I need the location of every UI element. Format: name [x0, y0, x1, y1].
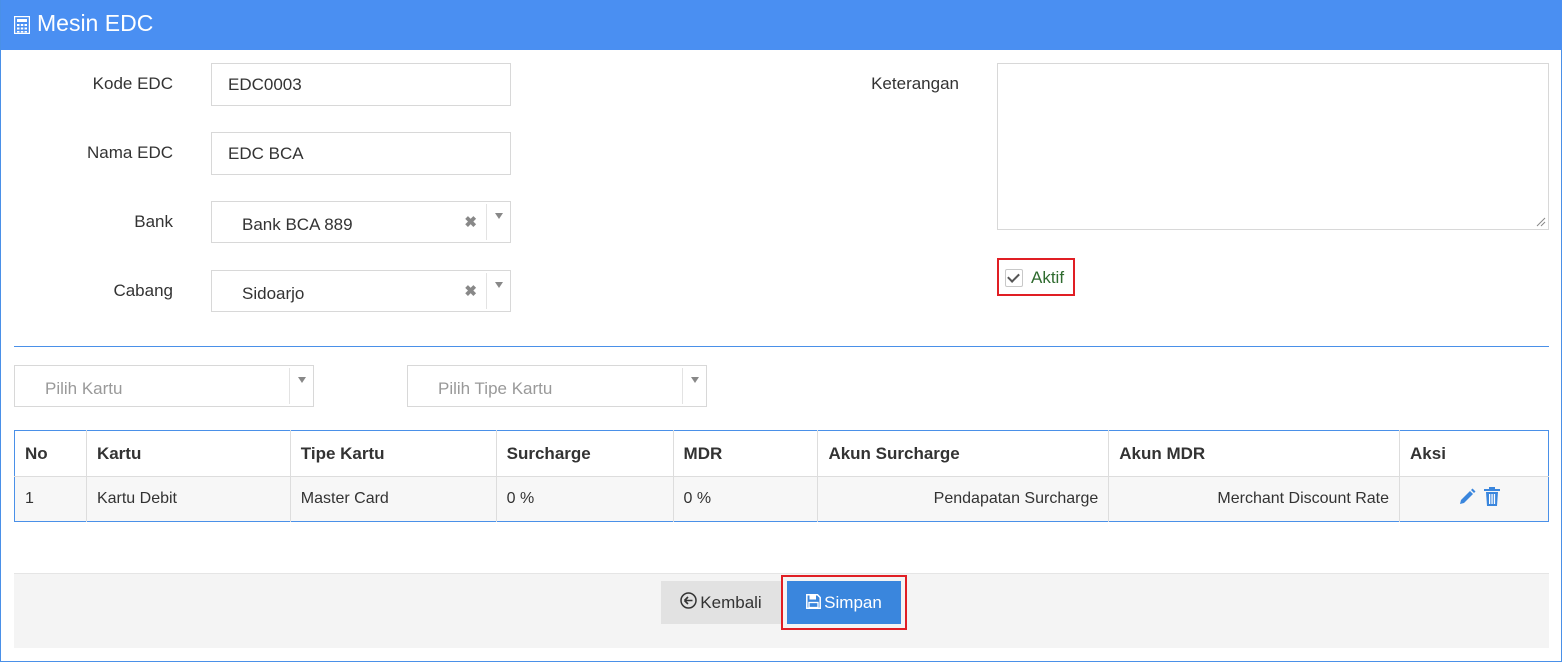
cabang-clear-icon[interactable]: ✖ — [464, 282, 477, 302]
pilih-kartu-select[interactable]: Pilih Kartu — [14, 365, 314, 407]
bank-selected-value: Bank BCA 889 — [242, 215, 353, 234]
select-separator — [486, 273, 487, 309]
column-header-mdr: MDR — [673, 430, 819, 477]
delete-trash-icon[interactable] — [1484, 487, 1501, 511]
page-title: Mesin EDC — [37, 10, 154, 36]
kode-edc-label: Kode EDC — [92, 74, 173, 93]
pilih-tipe-kartu-placeholder: Pilih Tipe Kartu — [438, 379, 553, 398]
kartu-table: No Kartu Tipe Kartu Surcharge MDR Akun S… — [14, 430, 1549, 522]
select-separator — [289, 368, 290, 404]
arrow-left-circle-icon — [680, 582, 698, 625]
bank-select[interactable]: Bank BCA 889 ✖ — [211, 201, 511, 243]
column-header-aksi: Aksi — [1399, 430, 1549, 477]
resize-grip-icon[interactable] — [1536, 217, 1546, 227]
mesin-edc-panel: Mesin EDC Kode EDC EDC0003 Nama EDC EDC … — [0, 0, 1562, 662]
column-header-akun-mdr: Akun MDR — [1108, 430, 1401, 477]
form-footer: Kembali Simpan — [14, 573, 1549, 648]
pilih-tipe-kartu-select[interactable]: Pilih Tipe Kartu — [407, 365, 707, 407]
edit-pencil-icon[interactable] — [1458, 488, 1476, 511]
cell-mdr: 0 % — [673, 476, 819, 522]
kembali-button[interactable]: Kembali — [661, 581, 781, 624]
select-separator — [486, 204, 487, 240]
cabang-label: Cabang — [113, 281, 173, 300]
calculator-icon — [14, 16, 30, 34]
nama-edc-value: EDC BCA — [228, 144, 304, 163]
cell-kartu: Kartu Debit — [86, 476, 291, 522]
cell-akun-mdr: Merchant Discount Rate — [1108, 476, 1401, 522]
checkmark-icon — [1007, 270, 1020, 283]
chevron-down-icon[interactable] — [495, 213, 503, 219]
section-divider — [14, 346, 1549, 347]
kembali-label: Kembali — [700, 593, 762, 612]
cell-surcharge: 0 % — [496, 476, 674, 522]
nama-edc-input[interactable]: EDC BCA — [211, 132, 511, 175]
select-separator — [682, 368, 683, 404]
cell-no: 1 — [14, 476, 87, 522]
cabang-selected-value: Sidoarjo — [242, 284, 305, 303]
bank-clear-icon[interactable]: ✖ — [464, 213, 477, 233]
aktif-checkbox[interactable] — [1005, 269, 1023, 287]
aktif-checkbox-highlight: Aktif — [997, 258, 1075, 296]
simpan-label: Simpan — [824, 593, 882, 612]
panel-header: Mesin EDC — [1, 0, 1562, 50]
chevron-down-icon[interactable] — [495, 282, 503, 288]
keterangan-textarea[interactable] — [997, 63, 1549, 230]
table-row: 1 Kartu Debit Master Card 0 % 0 % Pendap… — [14, 476, 1549, 522]
column-header-no: No — [14, 430, 87, 477]
cabang-select[interactable]: Sidoarjo ✖ — [211, 270, 511, 312]
cell-akun-surcharge: Pendapatan Surcharge — [817, 476, 1110, 522]
save-floppy-icon — [806, 582, 822, 625]
pilih-kartu-placeholder: Pilih Kartu — [45, 379, 123, 398]
nama-edc-label: Nama EDC — [87, 143, 173, 162]
table-header-row: No Kartu Tipe Kartu Surcharge MDR Akun S… — [14, 430, 1549, 477]
aktif-label[interactable]: Aktif — [1031, 268, 1064, 288]
row-actions — [1410, 487, 1548, 511]
kode-edc-value: EDC0003 — [228, 75, 302, 94]
chevron-down-icon[interactable] — [298, 377, 306, 383]
keterangan-label: Keterangan — [871, 74, 959, 93]
column-header-tipe-kartu: Tipe Kartu — [290, 430, 497, 477]
column-header-akun-surcharge: Akun Surcharge — [817, 430, 1110, 477]
simpan-button-highlight: Simpan — [781, 575, 907, 630]
cell-tipe-kartu: Master Card — [290, 476, 497, 522]
chevron-down-icon[interactable] — [691, 377, 699, 383]
cell-aksi — [1399, 476, 1549, 522]
bank-label: Bank — [134, 212, 173, 231]
column-header-kartu: Kartu — [86, 430, 291, 477]
simpan-button[interactable]: Simpan — [787, 581, 901, 624]
column-header-surcharge: Surcharge — [496, 430, 674, 477]
kode-edc-input[interactable]: EDC0003 — [211, 63, 511, 106]
